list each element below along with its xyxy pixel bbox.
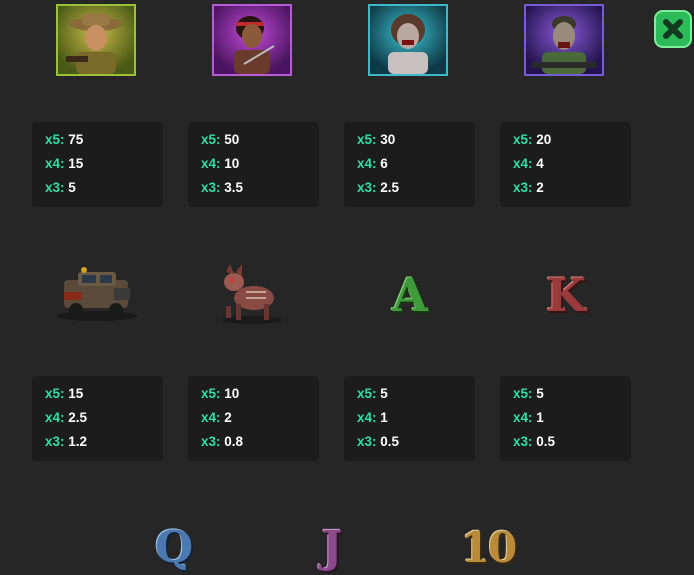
pay-row-x3: x3: 1.2 [45, 434, 88, 449]
pay-row-x5: x5: 15 [45, 386, 84, 401]
letter-k-paytable: x5: 5 x4: 1 x3: 0.5 [500, 376, 631, 461]
close-x-icon [663, 19, 683, 39]
zombie-dog-icon [222, 264, 282, 324]
woman-portrait-icon [214, 6, 290, 74]
letter-j-symbol: J [306, 520, 358, 575]
zombie-man-symbol [524, 4, 604, 76]
zombie-man-paytable: x5: 20 x4: 4 x3: 2 [500, 122, 631, 207]
zombie-man-portrait-icon [526, 6, 602, 74]
letter-j-icon: J [321, 522, 343, 573]
hunter-symbol [56, 4, 136, 76]
zombie-woman-symbol [368, 4, 448, 76]
truck-paytable: x5: 15 x4: 2.5 x3: 1.2 [32, 376, 163, 461]
pay-row-x3: x3: 3.5 [201, 180, 244, 195]
pay-row-x4: x4: 1 [357, 410, 388, 425]
hunter-portrait-icon [58, 6, 134, 74]
pay-row-x4: x4: 6 [357, 156, 388, 171]
pay-row-x4: x4: 2.5 [45, 410, 88, 425]
letter-q-icon: Q [154, 522, 194, 573]
pay-row-x5: x5: 5 [357, 386, 388, 401]
pay-row-x5: x5: 5 [513, 386, 544, 401]
woman-paytable: x5: 50 x4: 10 x3: 3.5 [188, 122, 319, 207]
truck-symbol [54, 264, 140, 329]
zombie-woman-portrait-icon [370, 6, 446, 74]
pay-row-x3: x3: 2 [513, 180, 544, 195]
pay-row-x5: x5: 75 [45, 132, 84, 147]
woman-symbol [212, 4, 292, 76]
pay-row-x5: x5: 20 [513, 132, 552, 147]
pay-row-x4: x4: 15 [45, 156, 84, 171]
pay-row-x5: x5: 10 [201, 386, 240, 401]
pay-row-x4: x4: 10 [201, 156, 240, 171]
pay-row-x4: x4: 4 [513, 156, 544, 171]
pay-row-x5: x5: 30 [357, 132, 396, 147]
letter-a-paytable: x5: 5 x4: 1 x3: 0.5 [344, 376, 475, 461]
number-10-icon: 10 [460, 523, 517, 572]
hunter-paytable: x5: 75 x4: 15 x3: 5 [32, 122, 163, 207]
pay-row-x3: x3: 0.8 [201, 434, 244, 449]
letter-q-symbol: Q [148, 520, 200, 575]
pay-row-x5: x5: 50 [201, 132, 240, 147]
letter-k-symbol: K [536, 268, 596, 322]
close-button[interactable] [654, 10, 692, 48]
zombie-dog-paytable: x5: 10 x4: 2 x3: 0.8 [188, 376, 319, 461]
letter-a-symbol: A [380, 268, 440, 322]
armored-truck-icon [57, 267, 137, 321]
number-10-symbol: 10 [452, 520, 524, 575]
paytable-screen: x5: 75 x4: 15 x3: 5 x5: 50 x4: 10 x3: 3.… [0, 0, 694, 575]
pay-row-x3: x3: 2.5 [357, 180, 400, 195]
pay-row-x3: x3: 0.5 [357, 434, 400, 449]
zombie-dog-symbol [212, 262, 288, 331]
zombie-woman-paytable: x5: 30 x4: 6 x3: 2.5 [344, 122, 475, 207]
letter-k-icon: K [546, 268, 586, 322]
pay-row-x4: x4: 1 [513, 410, 544, 425]
pay-row-x3: x3: 0.5 [513, 434, 556, 449]
letter-a-icon: A [392, 268, 428, 322]
pay-row-x3: x3: 5 [45, 180, 76, 195]
pay-row-x4: x4: 2 [201, 410, 232, 425]
